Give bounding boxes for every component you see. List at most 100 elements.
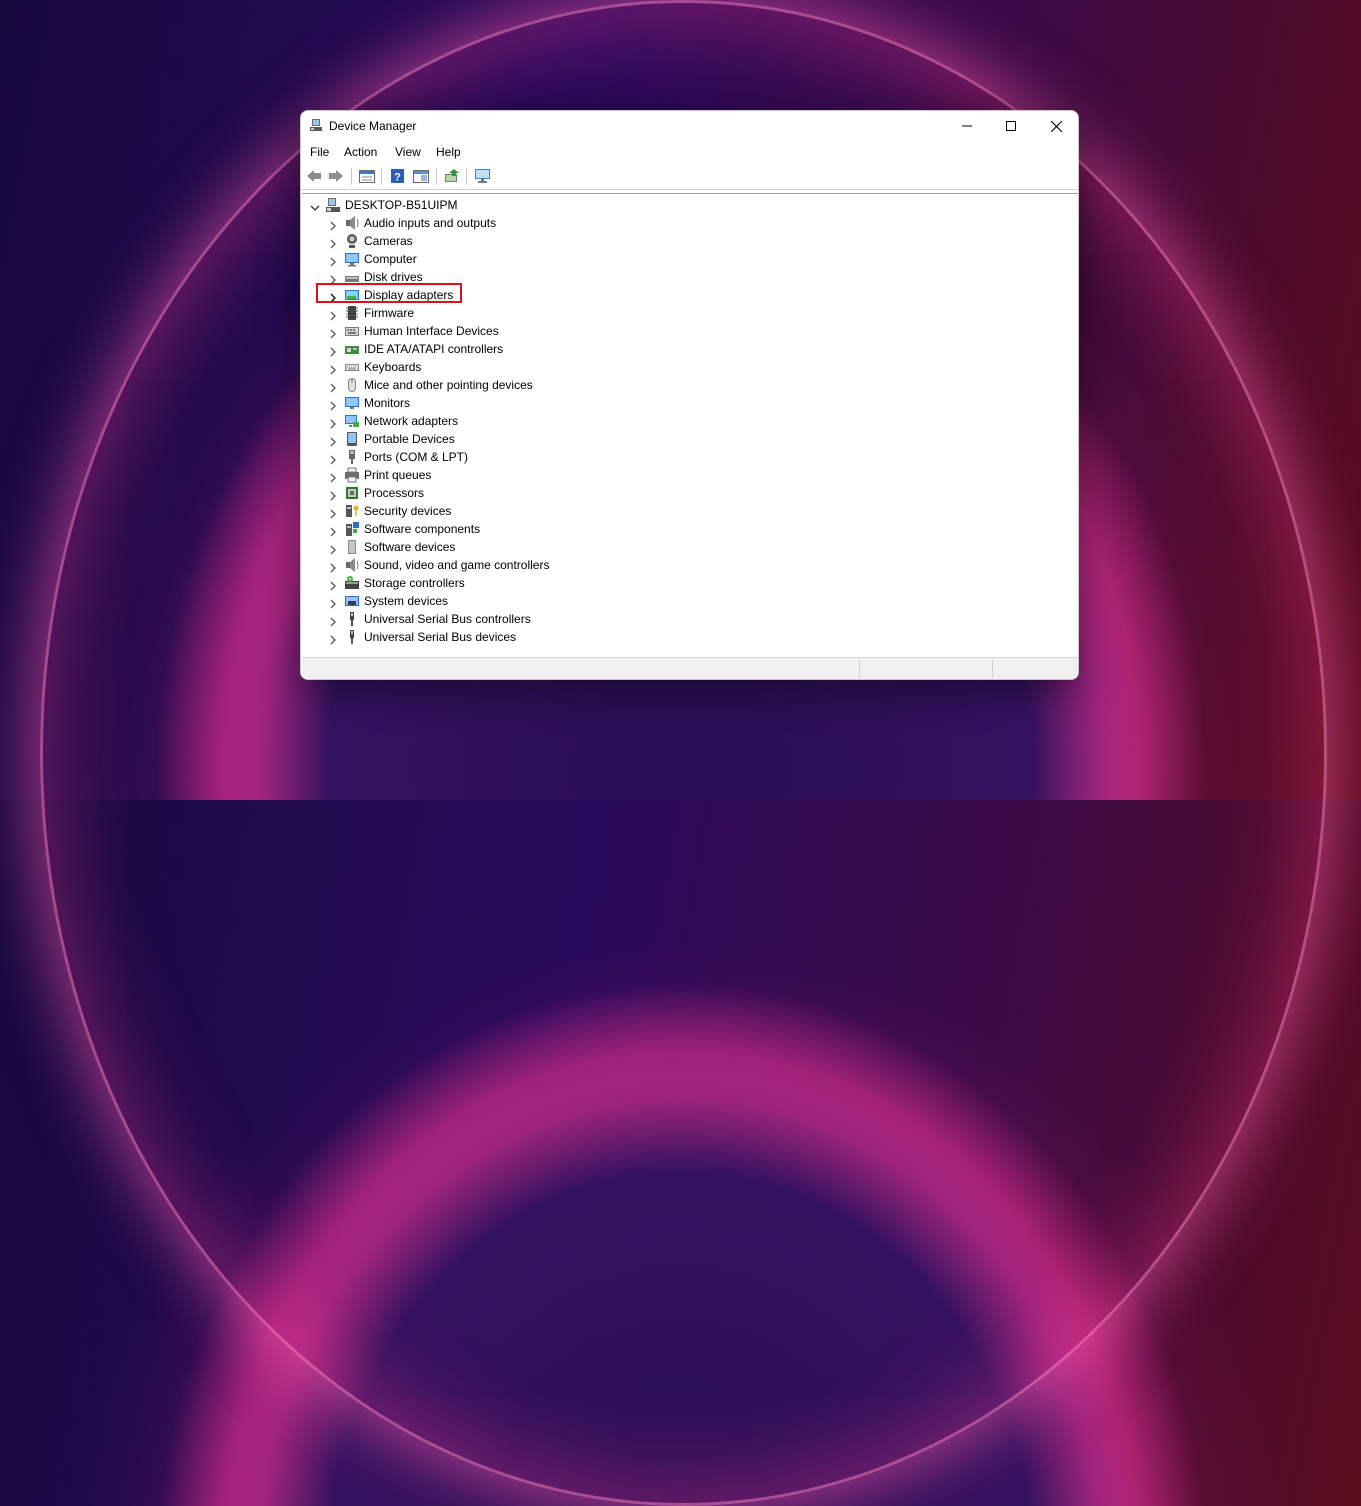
tree-item-label: Universal Serial Bus devices	[364, 630, 517, 644]
tree-item-ide-ata-atapi-controllers[interactable]: IDE ATA/ATAPI controllers	[302, 340, 1078, 358]
computer-root-icon	[325, 197, 341, 213]
chevron-right-icon[interactable]	[328, 398, 338, 411]
maximize-button[interactable]	[988, 111, 1034, 141]
chevron-right-icon[interactable]	[328, 218, 338, 231]
chevron-right-icon[interactable]	[328, 596, 338, 609]
tree-item-ports-com-lpt[interactable]: Ports (COM & LPT)	[302, 448, 1078, 466]
tree-item-label: Portable Devices	[364, 432, 455, 446]
tree-item-audio-inputs-and-outputs[interactable]: Audio inputs and outputs	[302, 214, 1078, 232]
tree-item-monitors[interactable]: Monitors	[302, 394, 1078, 412]
tree-item-human-interface-devices[interactable]: Human Interface Devices	[302, 322, 1078, 340]
software-device-icon	[344, 539, 360, 555]
tree-item-label: Keyboards	[364, 360, 422, 374]
chevron-right-icon[interactable]	[328, 560, 338, 573]
tree-item-system-devices[interactable]: System devices	[302, 592, 1078, 610]
chevron-right-icon[interactable]	[328, 524, 338, 537]
tree-item-label: Firmware	[364, 306, 414, 320]
forward-arrow-icon[interactable]	[327, 168, 345, 184]
computer-icon	[344, 251, 360, 267]
storage-controller-icon	[344, 575, 360, 591]
tree-item-cameras[interactable]: Cameras	[302, 232, 1078, 250]
processor-icon	[344, 485, 360, 501]
chevron-right-icon[interactable]	[328, 326, 338, 339]
chevron-right-icon[interactable]	[328, 362, 338, 375]
tree-item-label: Processors	[364, 486, 425, 500]
minimize-icon	[962, 125, 972, 127]
tree-item-processors[interactable]: Processors	[302, 484, 1078, 502]
usb-controller-icon	[344, 611, 360, 627]
chevron-right-icon[interactable]	[328, 236, 338, 249]
firmware-icon	[344, 305, 360, 321]
toolbar: ?	[301, 164, 1078, 190]
maximize-icon	[1006, 121, 1016, 131]
menu-bar: File Action View Help	[301, 141, 1078, 163]
chevron-right-icon[interactable]	[328, 308, 338, 321]
view-icon[interactable]	[412, 168, 430, 184]
tree-item-label: Sound, video and game controllers	[364, 558, 550, 572]
tree-item-software-components[interactable]: Software components	[302, 520, 1078, 538]
chevron-right-icon[interactable]	[328, 254, 338, 267]
menu-file[interactable]: File	[310, 145, 329, 159]
tree-item-firmware[interactable]: Firmware	[302, 304, 1078, 322]
tree-item-computer[interactable]: Computer	[302, 250, 1078, 268]
tree-item-storage-controllers[interactable]: Storage controllers	[302, 574, 1078, 592]
chevron-right-icon[interactable]	[328, 614, 338, 627]
tree-item-label: Software devices	[364, 540, 456, 554]
back-arrow-icon[interactable]	[305, 168, 323, 184]
tree-item-mice-and-other-pointing-devices[interactable]: Mice and other pointing devices	[302, 376, 1078, 394]
window-title: Device Manager	[329, 119, 417, 133]
chevron-down-icon[interactable]	[310, 200, 320, 211]
device-manager-window: Device Manager File Action View Help ? D…	[300, 110, 1079, 680]
tree-item-label: System devices	[364, 594, 449, 608]
menu-action[interactable]: Action	[344, 145, 377, 159]
tree-item-keyboards[interactable]: Keyboards	[302, 358, 1078, 376]
menu-view[interactable]: View	[395, 145, 421, 159]
chevron-right-icon[interactable]	[328, 488, 338, 501]
minimize-button[interactable]	[944, 111, 990, 141]
tree-item-label: Disk drives	[364, 270, 423, 284]
sound-controller-icon	[344, 557, 360, 573]
tree-item-label: Network adapters	[364, 414, 459, 428]
update-driver-icon[interactable]	[443, 168, 461, 184]
chevron-right-icon[interactable]	[328, 272, 338, 285]
chevron-right-icon[interactable]	[328, 470, 338, 483]
tree-item-software-devices[interactable]: Software devices	[302, 538, 1078, 556]
chevron-right-icon[interactable]	[328, 344, 338, 357]
device-tree[interactable]: DESKTOP-B51UIPM Audio inputs and outputs…	[302, 193, 1078, 656]
chevron-right-icon[interactable]	[328, 542, 338, 555]
tree-item-network-adapters[interactable]: Network adapters	[302, 412, 1078, 430]
tree-item-label: Mice and other pointing devices	[364, 378, 533, 392]
tree-item-universal-serial-bus-controllers[interactable]: Universal Serial Bus controllers	[302, 610, 1078, 628]
network-adapter-icon	[344, 413, 360, 429]
tree-item-label: Audio inputs and outputs	[364, 216, 497, 230]
tree-item-label: Human Interface Devices	[364, 324, 499, 338]
chevron-right-icon[interactable]	[328, 506, 338, 519]
tree-item-label: Universal Serial Bus controllers	[364, 612, 531, 626]
properties-icon[interactable]	[358, 168, 376, 184]
tree-item-portable-devices[interactable]: Portable Devices	[302, 430, 1078, 448]
tree-item-sound-video-and-game-controllers[interactable]: Sound, video and game controllers	[302, 556, 1078, 574]
tree-root[interactable]: DESKTOP-B51UIPM	[302, 196, 1078, 214]
tree-item-label: Ports (COM & LPT)	[364, 450, 469, 464]
port-icon	[344, 449, 360, 465]
chevron-right-icon[interactable]	[328, 416, 338, 429]
scan-hardware-icon[interactable]	[474, 168, 492, 184]
help-icon[interactable]: ?	[389, 168, 407, 184]
menu-help[interactable]: Help	[436, 145, 461, 159]
chevron-right-icon[interactable]	[328, 632, 338, 645]
tree-root-label: DESKTOP-B51UIPM	[345, 198, 458, 212]
chevron-right-icon[interactable]	[328, 434, 338, 447]
tree-item-print-queues[interactable]: Print queues	[302, 466, 1078, 484]
tree-item-universal-serial-bus-devices[interactable]: Universal Serial Bus devices	[302, 628, 1078, 646]
chevron-right-icon[interactable]	[328, 578, 338, 591]
chevron-right-icon[interactable]	[328, 452, 338, 465]
close-icon	[1050, 120, 1062, 132]
tree-item-label: Security devices	[364, 504, 452, 518]
status-bar	[302, 657, 1078, 679]
close-button[interactable]	[1033, 111, 1078, 141]
chevron-right-icon[interactable]	[328, 380, 338, 393]
tree-item-security-devices[interactable]: Security devices	[302, 502, 1078, 520]
title-bar[interactable]: Device Manager	[301, 111, 1078, 141]
monitor-icon	[344, 395, 360, 411]
tree-item-label: Print queues	[364, 468, 432, 482]
